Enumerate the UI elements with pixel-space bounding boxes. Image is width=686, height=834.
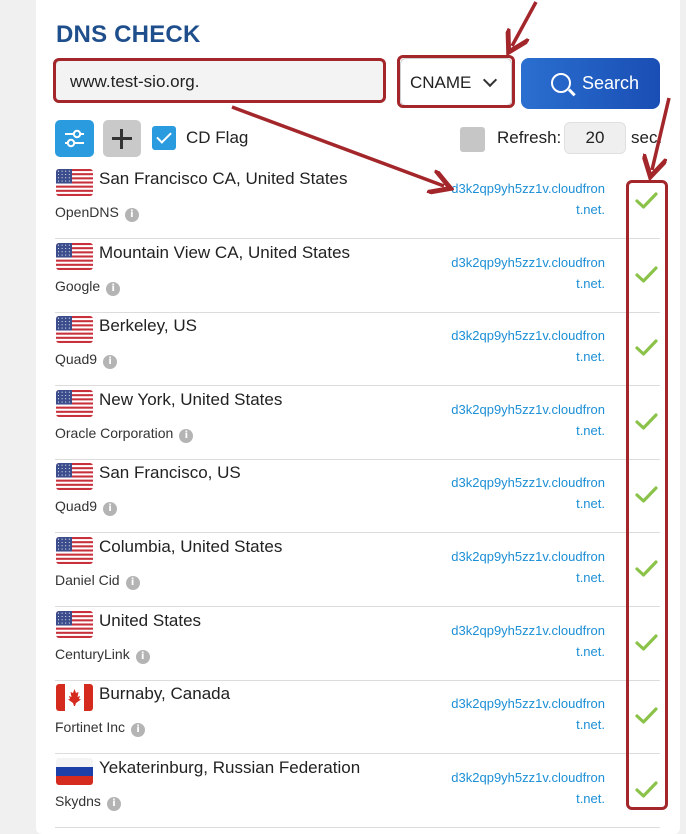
annotation-arrow-status	[652, 97, 671, 170]
annotation-arrow-record-type	[512, 1, 538, 46]
annotation-arrow-answer	[231, 105, 444, 186]
annotation-arrows	[231, 1, 671, 834]
